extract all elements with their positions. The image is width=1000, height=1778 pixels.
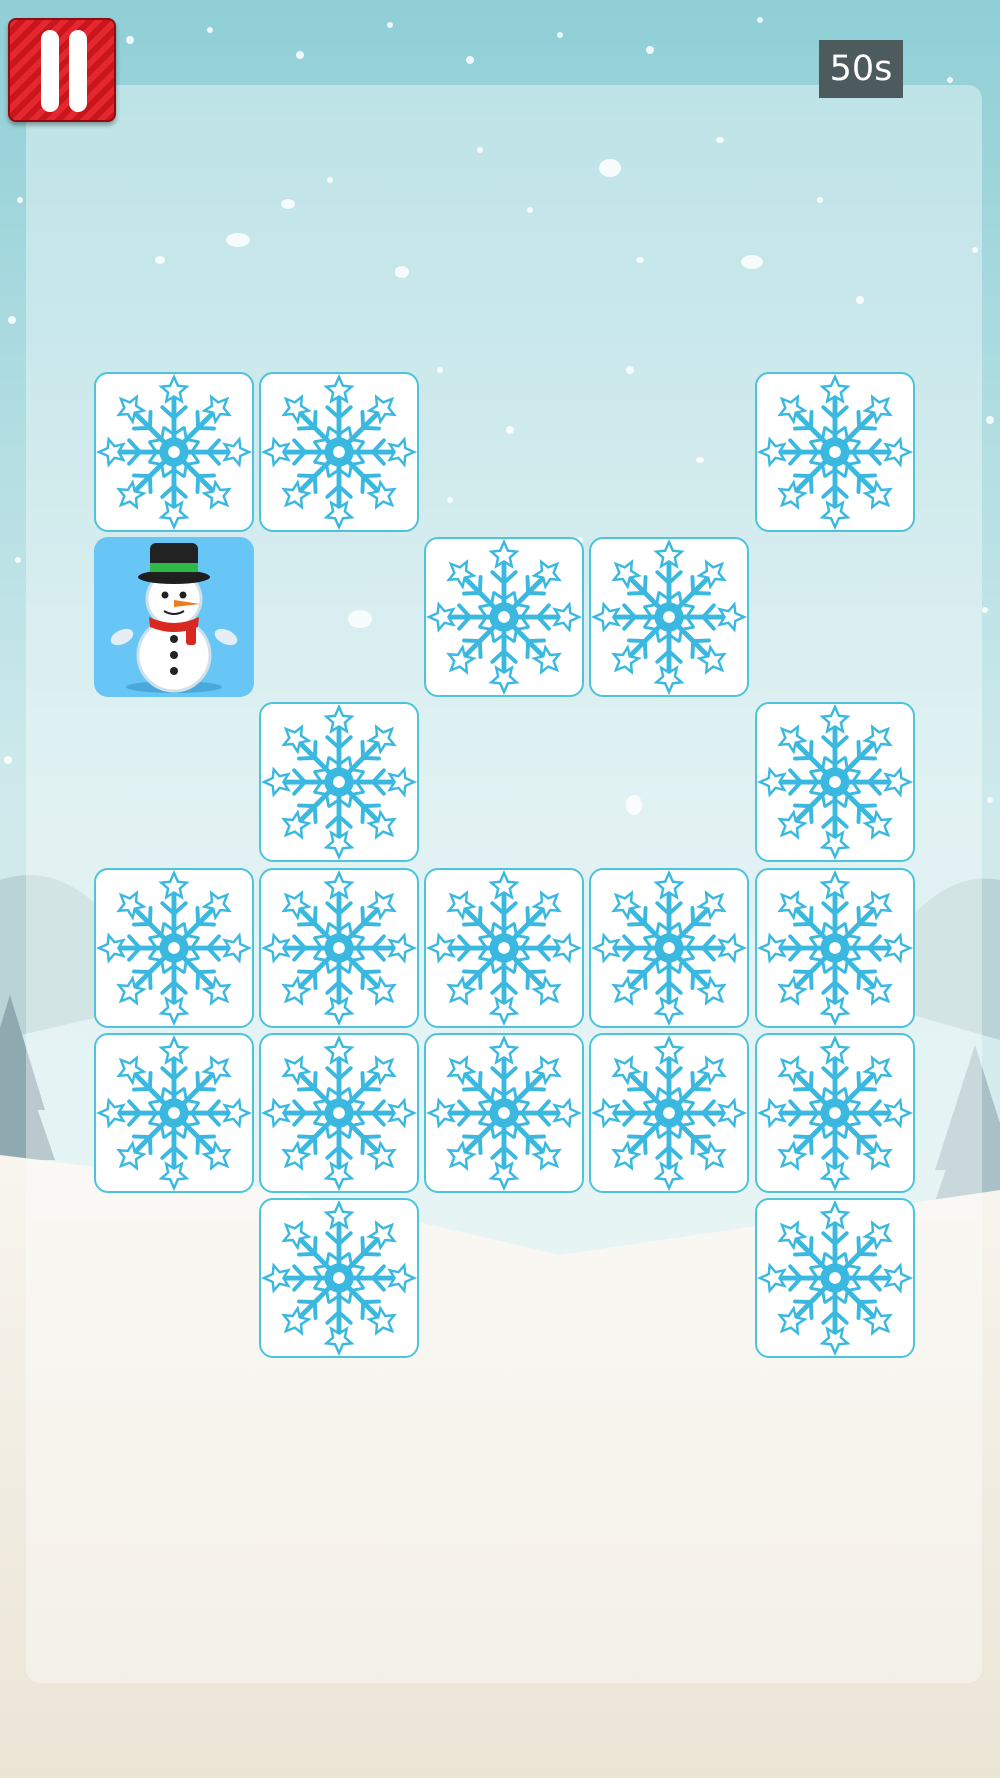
card-face-down[interactable] bbox=[589, 868, 749, 1028]
card-face-down[interactable] bbox=[755, 702, 915, 862]
snowflake-icon bbox=[591, 1035, 747, 1191]
snowflake-icon bbox=[426, 539, 582, 695]
snowflake-icon bbox=[757, 374, 913, 530]
snowflake-icon bbox=[261, 1200, 417, 1356]
snowflake-icon bbox=[96, 374, 252, 530]
card-face-down[interactable] bbox=[755, 372, 915, 532]
card-face-down[interactable] bbox=[589, 1033, 749, 1193]
card-face-down[interactable] bbox=[259, 868, 419, 1028]
snowflake-icon bbox=[96, 870, 252, 1026]
card-face-down[interactable] bbox=[259, 1198, 419, 1358]
card-face-down[interactable] bbox=[424, 868, 584, 1028]
snowflake-icon bbox=[757, 1035, 913, 1191]
snowflake-icon bbox=[757, 704, 913, 860]
card-face-down[interactable] bbox=[94, 868, 254, 1028]
snowflake-icon bbox=[591, 539, 747, 695]
snowflake-icon bbox=[757, 1200, 913, 1356]
card-face-down[interactable] bbox=[259, 702, 419, 862]
snowflake-icon bbox=[261, 704, 417, 860]
card-face-down[interactable] bbox=[755, 868, 915, 1028]
card-face-down[interactable] bbox=[259, 1033, 419, 1193]
card-face-down[interactable] bbox=[589, 537, 749, 697]
card-face-down[interactable] bbox=[755, 1198, 915, 1358]
snowflake-icon bbox=[426, 870, 582, 1026]
snowflake-icon bbox=[96, 1035, 252, 1191]
card-face-down[interactable] bbox=[94, 372, 254, 532]
snowflake-icon bbox=[261, 870, 417, 1026]
card-face-down[interactable] bbox=[755, 1033, 915, 1193]
snowflake-icon bbox=[591, 870, 747, 1026]
snowflake-icon bbox=[261, 374, 417, 530]
snowflake-icon bbox=[426, 1035, 582, 1191]
snowflake-icon bbox=[757, 870, 913, 1026]
card-grid bbox=[0, 0, 1000, 1778]
snowman-icon bbox=[110, 543, 238, 693]
card-face-down[interactable] bbox=[94, 1033, 254, 1193]
snowflake-icon bbox=[261, 1035, 417, 1191]
card-face-down[interactable] bbox=[259, 372, 419, 532]
card-face-down[interactable] bbox=[424, 537, 584, 697]
card-face-down[interactable] bbox=[424, 1033, 584, 1193]
card-face-up[interactable] bbox=[94, 537, 254, 697]
